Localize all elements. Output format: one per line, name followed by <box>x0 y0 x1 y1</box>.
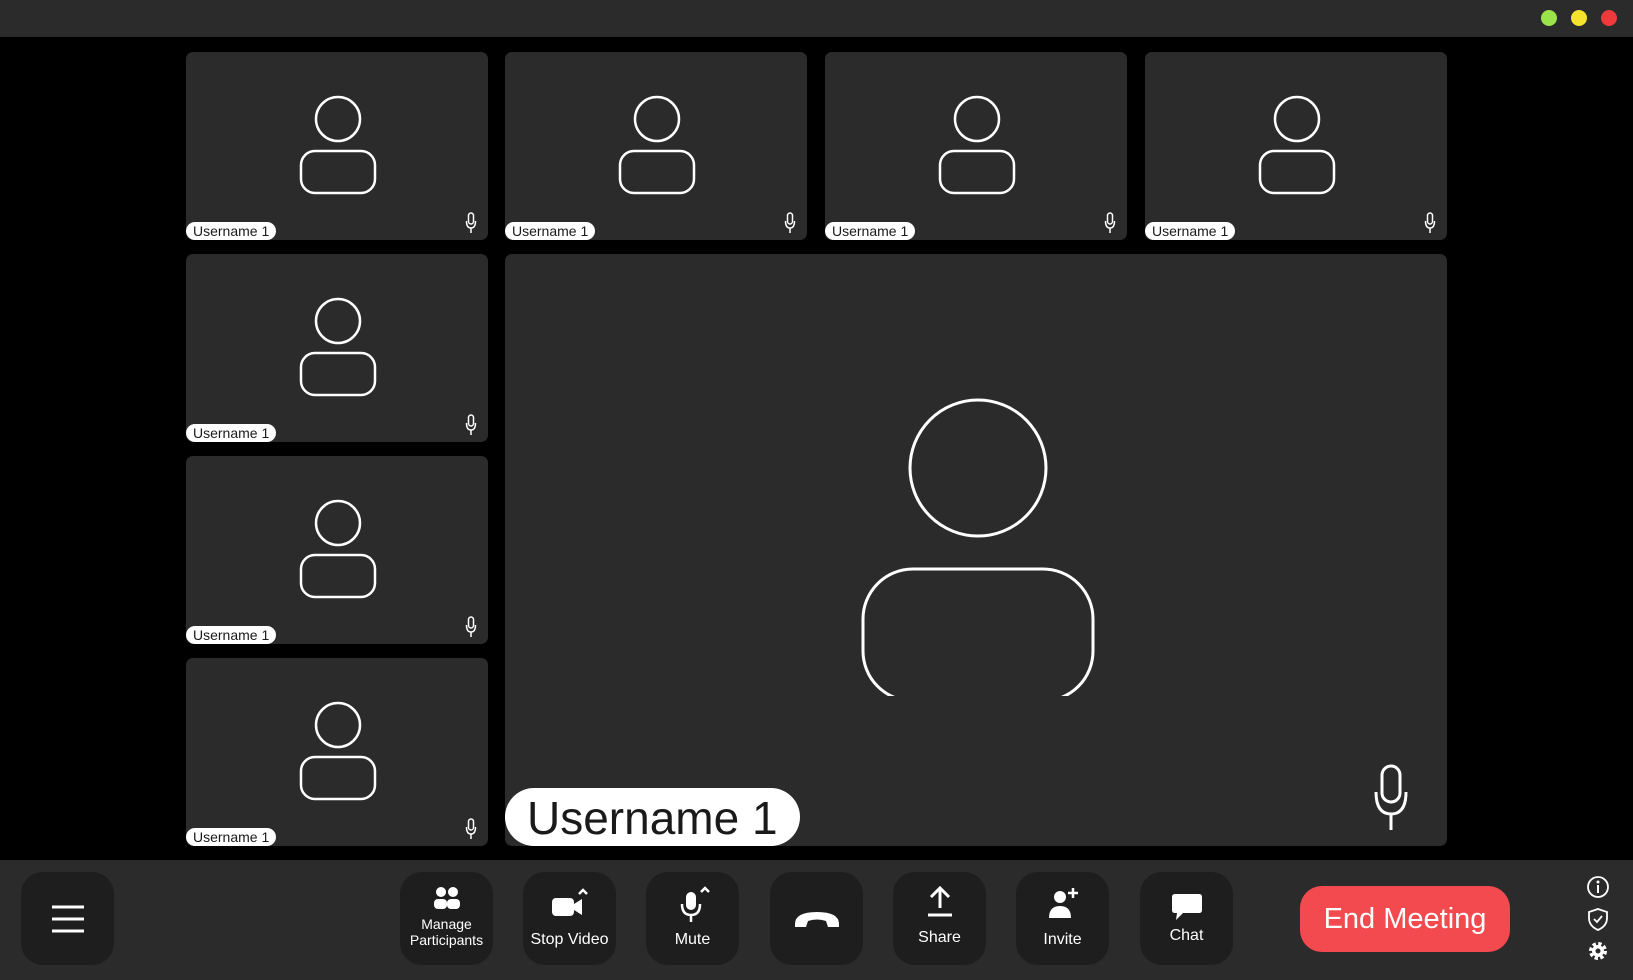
end-meeting-button[interactable]: End Meeting <box>1300 886 1510 952</box>
participant-name: Username 1 <box>505 222 596 240</box>
mute-label: Mute <box>674 931 711 948</box>
participant-name: Username 1 <box>186 424 277 442</box>
microphone-icon <box>680 886 710 922</box>
participant-tile[interactable]: Username 1 <box>825 52 1127 240</box>
participant-name: Username 1 <box>1145 222 1236 240</box>
participant-name: Username 1 <box>186 828 277 846</box>
microphone-icon <box>1374 764 1408 830</box>
invite-label: Invite <box>1043 931 1082 948</box>
chat-bubble-icon <box>1171 894 1202 920</box>
user-avatar-icon <box>938 95 1016 195</box>
active-speaker-name: Username 1 <box>505 788 800 846</box>
active-speaker-tile[interactable]: Username 1 <box>505 254 1447 846</box>
menu-button[interactable] <box>21 872 114 965</box>
info-icon[interactable] <box>1585 874 1611 900</box>
user-avatar-icon <box>299 499 377 599</box>
user-avatar-icon <box>299 297 377 397</box>
microphone-icon <box>465 212 477 233</box>
stop-video-button[interactable]: Stop Video <box>523 872 616 965</box>
hang-up-button[interactable] <box>770 872 863 965</box>
share-button[interactable]: Share <box>893 872 986 965</box>
meeting-toolbar: Manage Participants Stop Video Mute Shar… <box>0 860 1633 980</box>
manage-label-line2: Participants <box>409 932 484 948</box>
maximize-window-button[interactable] <box>1541 10 1557 26</box>
hamburger-icon <box>51 905 84 933</box>
participant-name: Username 1 <box>825 222 916 240</box>
manage-label-line1: Manage <box>421 916 472 932</box>
upload-icon <box>927 886 952 917</box>
user-avatar-icon <box>1258 95 1336 195</box>
invite-button[interactable]: Invite <box>1016 872 1109 965</box>
participant-name: Username 1 <box>186 626 277 644</box>
phone-hangup-icon <box>794 912 839 927</box>
microphone-icon <box>465 616 477 637</box>
minimize-window-button[interactable] <box>1571 10 1587 26</box>
microphone-icon <box>784 212 796 233</box>
participant-tile[interactable]: Username 1 <box>186 658 488 846</box>
share-label: Share <box>918 929 961 946</box>
add-user-icon <box>1048 888 1078 918</box>
participant-name: Username 1 <box>186 222 277 240</box>
video-camera-icon <box>551 888 588 916</box>
microphone-icon <box>465 818 477 839</box>
participant-tile[interactable]: Username 1 <box>186 254 488 442</box>
participant-tile[interactable]: Username 1 <box>186 52 488 240</box>
user-avatar-icon <box>299 701 377 801</box>
participant-tile[interactable]: Username 1 <box>1145 52 1447 240</box>
gear-icon[interactable] <box>1585 938 1611 964</box>
participants-icon <box>433 887 460 909</box>
title-bar <box>0 0 1633 37</box>
participant-tile[interactable]: Username 1 <box>505 52 807 240</box>
chat-button[interactable]: Chat <box>1140 872 1233 965</box>
shield-icon[interactable] <box>1585 906 1611 932</box>
stop-video-label: Stop Video <box>530 931 609 948</box>
microphone-icon <box>1104 212 1116 233</box>
manage-participants-button[interactable]: Manage Participants <box>400 872 493 965</box>
user-avatar-icon <box>299 95 377 195</box>
chat-label: Chat <box>1169 927 1204 944</box>
mute-button[interactable]: Mute <box>646 872 739 965</box>
microphone-icon <box>1424 212 1436 233</box>
user-avatar-icon <box>618 95 696 195</box>
participant-tile[interactable]: Username 1 <box>186 456 488 644</box>
microphone-icon <box>465 414 477 435</box>
close-window-button[interactable] <box>1601 10 1617 26</box>
user-avatar-icon <box>861 398 1095 696</box>
